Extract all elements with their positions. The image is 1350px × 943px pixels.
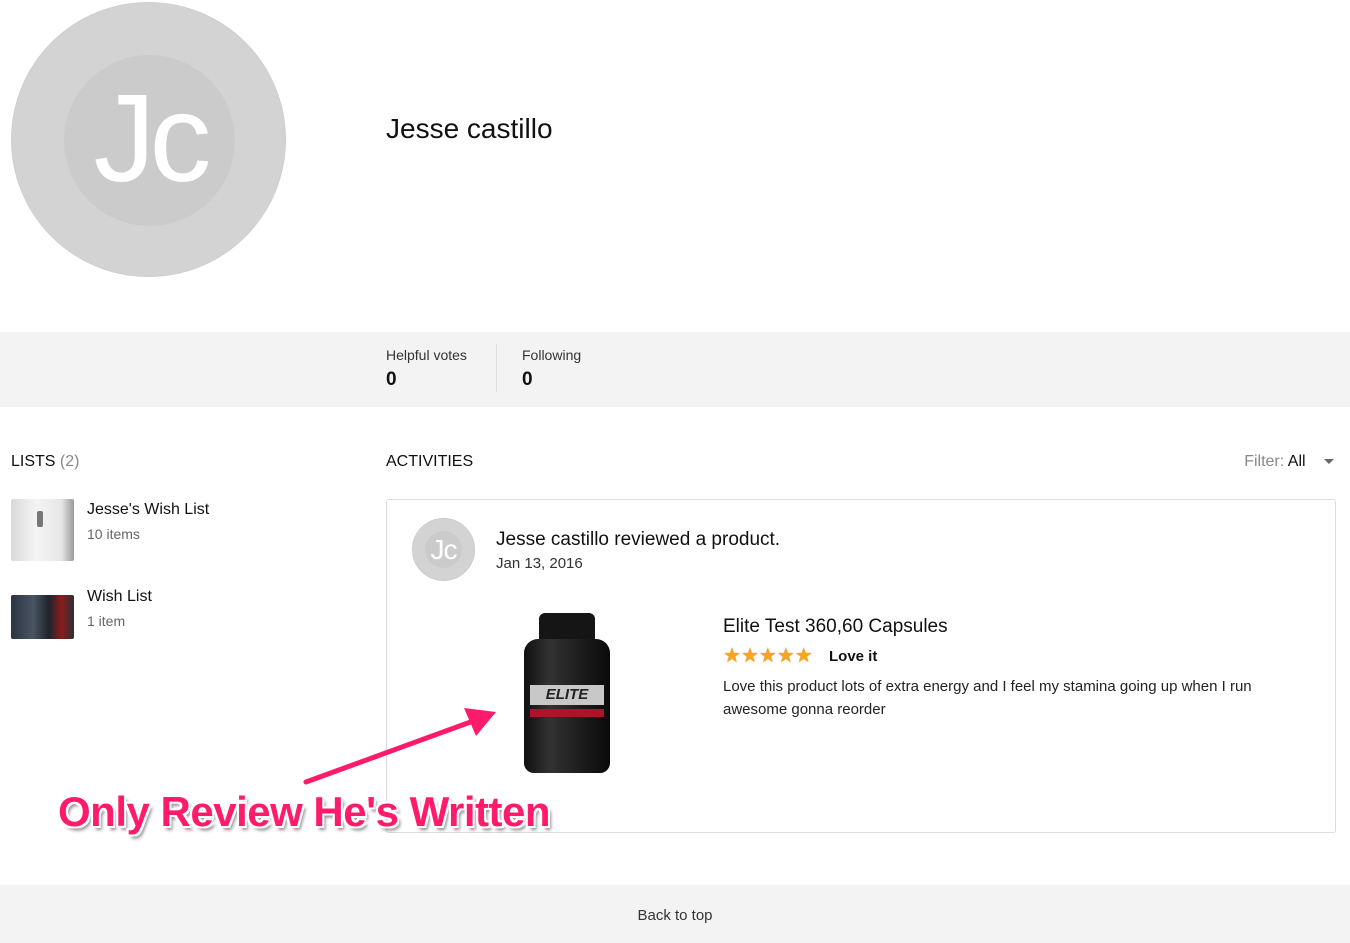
stat-label: Helpful votes: [386, 347, 467, 363]
bottle-body: [524, 639, 610, 773]
review-headline[interactable]: Love it: [829, 648, 877, 665]
footer: Back to top: [0, 885, 1350, 943]
stat-helpful-votes: Helpful votes 0: [386, 347, 467, 391]
lists-count: (2): [59, 453, 80, 470]
filter-value[interactable]: All: [1288, 453, 1306, 470]
product-title[interactable]: Elite Test 360,60 Capsules: [723, 616, 948, 638]
list-thumbnail[interactable]: [11, 499, 74, 561]
list-item-jesses-wish-list[interactable]: Jesse's Wish List 10 items: [11, 499, 331, 563]
annotation-label: Only Review He's Written: [58, 788, 551, 835]
chevron-down-icon[interactable]: [1324, 459, 1334, 465]
star-icon: ★: [794, 645, 813, 667]
bottle-stripe: [530, 709, 604, 717]
star-rating: ★★★★★: [723, 645, 813, 667]
list-name[interactable]: Jesse's Wish List: [87, 501, 209, 519]
activities-heading: ACTIVITIES: [386, 453, 474, 470]
back-to-top-link[interactable]: Back to top: [0, 907, 1350, 924]
filter-label: Filter:: [1244, 453, 1285, 470]
list-item-count: 1 item: [87, 613, 126, 629]
activity-avatar[interactable]: Jc: [412, 518, 475, 581]
list-item-count: 10 items: [87, 526, 140, 542]
stats-band: Helpful votes 0 Following 0: [0, 332, 1350, 407]
product-image[interactable]: ELITE: [524, 613, 610, 773]
annotation-arrow-icon: [303, 708, 496, 785]
profile-name: Jesse castillo: [386, 113, 553, 144]
list-thumbnail[interactable]: [11, 595, 74, 639]
profile-avatar: Jc: [11, 2, 286, 277]
avatar-initials: Jc: [430, 534, 458, 565]
star-icon: ★: [740, 645, 759, 667]
bottle-label: ELITE: [530, 685, 604, 705]
stat-value: 0: [386, 369, 397, 390]
list-item-wish-list[interactable]: Wish List 1 item: [11, 586, 331, 650]
stat-value: 0: [522, 369, 533, 390]
avatar-initials: Jc: [93, 70, 212, 208]
stat-label: Following: [522, 347, 582, 363]
star-icon: ★: [776, 645, 795, 667]
activity-title: Jesse castillo reviewed a product.: [496, 529, 781, 550]
activity-card: Jc Jesse castillo reviewed a product. Ja…: [386, 499, 1336, 833]
activities-filter-dropdown[interactable]: Filter: All: [1244, 453, 1334, 471]
stat-divider: [496, 344, 497, 392]
star-icon: ★: [723, 645, 741, 667]
lists-heading: LISTS (2): [11, 453, 79, 471]
stat-following[interactable]: Following 0: [522, 347, 581, 391]
bottle-cap: [539, 613, 595, 641]
activity-date: Jan 13, 2016: [496, 555, 583, 572]
lists-heading-label: LISTS: [11, 453, 56, 470]
review-text: Love this product lots of extra energy a…: [723, 678, 1252, 718]
star-icon: ★: [758, 645, 777, 667]
list-name[interactable]: Wish List: [87, 588, 152, 606]
